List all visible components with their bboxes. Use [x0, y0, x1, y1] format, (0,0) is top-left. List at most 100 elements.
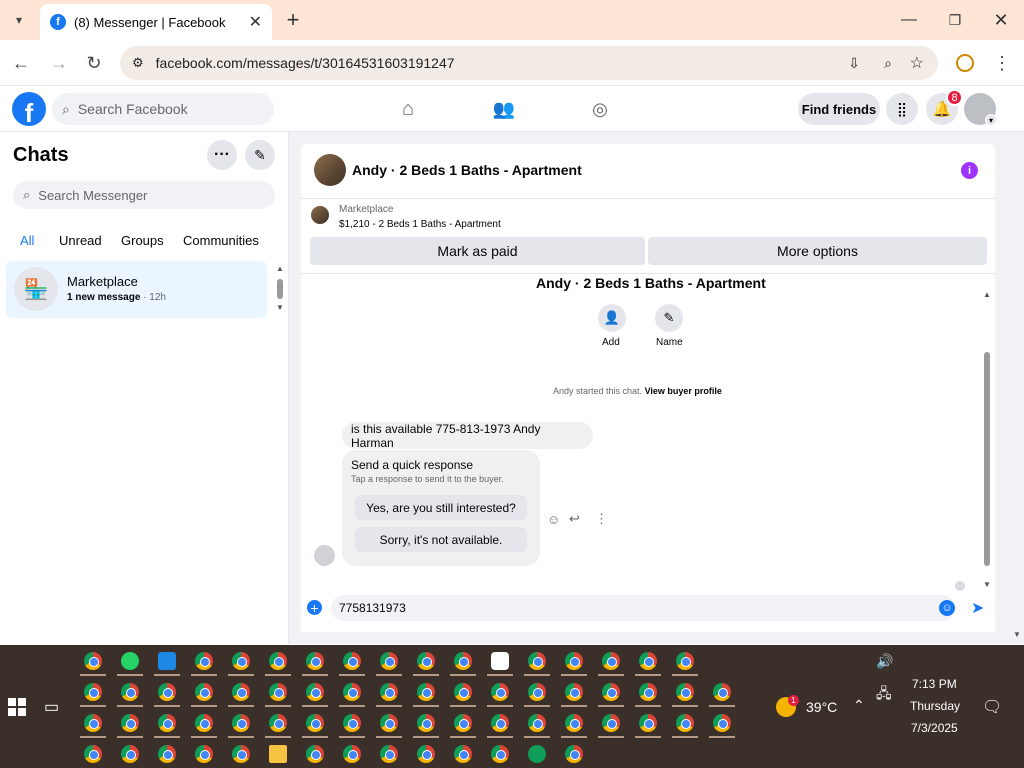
filter-communities[interactable]: Communities — [183, 233, 259, 248]
taskbar-chrome-icon[interactable] — [565, 683, 583, 701]
tab-close-icon[interactable]: ✕ — [249, 12, 262, 32]
filter-groups[interactable]: Groups — [121, 233, 164, 248]
taskbar-chrome-icon[interactable] — [491, 745, 509, 763]
taskbar-chrome-icon[interactable] — [195, 652, 213, 670]
chat-scroll-down-icon[interactable]: ▼ — [983, 580, 991, 589]
quick-response-no-button[interactable]: Sorry, it's not available. — [355, 527, 527, 552]
scroll-up-icon[interactable]: ▲ — [276, 264, 284, 273]
listing-price[interactable]: $1,210 - 2 Beds 1 Baths - Apartment — [339, 219, 501, 230]
conversation-item-marketplace[interactable]: 🏪 Marketplace 1 new message · 12h — [6, 261, 267, 318]
taskbar-chrome-icon[interactable] — [343, 683, 361, 701]
taskbar-chrome-icon[interactable] — [306, 714, 324, 732]
new-tab-icon[interactable]: + — [282, 7, 304, 32]
taskbar-chrome-icon[interactable] — [676, 652, 694, 670]
reply-icon[interactable]: ↩ — [569, 511, 580, 527]
taskbar-chrome-icon[interactable] — [195, 714, 213, 732]
taskbar-chrome-icon[interactable] — [84, 745, 102, 763]
browser-menu-icon[interactable]: ⋮ — [992, 52, 1012, 74]
taskbar-chrome-icon[interactable] — [417, 683, 435, 701]
taskbar-chrome-icon[interactable] — [269, 714, 287, 732]
taskbar-chrome-icon[interactable] — [121, 745, 139, 763]
mark-as-paid-button[interactable]: Mark as paid — [310, 237, 645, 265]
taskbar-chrome-icon[interactable] — [195, 745, 213, 763]
taskbar-chrome-icon[interactable] — [713, 714, 731, 732]
account-chevron-icon[interactable]: ▾ — [985, 114, 997, 126]
quick-response-yes-button[interactable]: Yes, are you still interested? — [355, 495, 527, 520]
taskbar-chrome-icon[interactable] — [602, 652, 620, 670]
friends-icon[interactable]: 👥 — [492, 98, 516, 120]
filter-all[interactable]: All — [20, 233, 34, 248]
site-info-icon[interactable]: ⚙ — [132, 55, 144, 71]
notification-center-icon[interactable]: 🗨 — [982, 697, 1002, 717]
profile-icon[interactable] — [956, 54, 974, 72]
taskbar-chrome-icon[interactable] — [380, 652, 398, 670]
taskbar-vscode-icon[interactable] — [158, 652, 176, 670]
clock-time[interactable]: 7:13 PM — [912, 677, 957, 691]
taskbar-chrome-icon[interactable] — [639, 652, 657, 670]
taskbar-chrome-icon[interactable] — [306, 652, 324, 670]
messenger-search[interactable]: ⌕ Search Messenger — [13, 181, 275, 209]
taskbar-chrome-icon[interactable] — [417, 745, 435, 763]
taskbar-chrome-icon[interactable] — [232, 714, 250, 732]
view-buyer-profile-link[interactable]: View buyer profile — [645, 386, 722, 396]
address-bar[interactable]: ⚙ facebook.com/messages/t/30164531603191… — [120, 46, 938, 80]
emoji-icon[interactable]: ☺ — [939, 600, 955, 616]
facebook-search[interactable]: ⌕ Search Facebook — [52, 93, 274, 125]
bookmark-star-icon[interactable]: ☆ — [910, 53, 924, 73]
filter-unread[interactable]: Unread — [59, 233, 102, 248]
taskbar-chrome-icon[interactable] — [121, 683, 139, 701]
taskbar-chrome-icon[interactable] — [84, 714, 102, 732]
restore-icon[interactable]: ❐ — [944, 8, 966, 32]
message-input[interactable]: 7758131973 — [331, 595, 955, 621]
taskbar-chrome-icon[interactable] — [343, 745, 361, 763]
taskbar-chrome-icon[interactable] — [454, 714, 472, 732]
taskbar-chrome-icon[interactable] — [528, 652, 546, 670]
taskbar-chrome-icon[interactable] — [491, 683, 509, 701]
back-icon[interactable]: ← — [10, 52, 32, 74]
taskbar-chrome-icon[interactable] — [232, 683, 250, 701]
show-hidden-icons-icon[interactable]: ⌃ — [853, 697, 865, 714]
taskbar-capcut-icon[interactable] — [491, 652, 509, 670]
taskbar-chrome-icon[interactable] — [417, 714, 435, 732]
more-actions-icon[interactable]: ⋮ — [595, 511, 608, 527]
forward-icon[interactable]: → — [48, 52, 70, 74]
tab-list-icon[interactable]: ▾ — [8, 10, 30, 30]
taskbar-chrome-icon[interactable] — [380, 745, 398, 763]
taskbar-chrome-icon[interactable] — [565, 745, 583, 763]
taskbar-chrome-icon[interactable] — [232, 745, 250, 763]
find-friends-button[interactable]: Find friends — [798, 93, 880, 125]
groups-icon[interactable]: ◎ — [588, 98, 612, 120]
taskbar-chrome-icon[interactable] — [158, 745, 176, 763]
taskbar-chrome-icon[interactable] — [454, 683, 472, 701]
taskbar-chrome-icon[interactable] — [158, 683, 176, 701]
taskbar-chrome-icon[interactable] — [84, 683, 102, 701]
taskbar-chrome-icon[interactable] — [639, 683, 657, 701]
edit-name-icon[interactable]: ✎ — [655, 304, 683, 332]
weather-temp[interactable]: 39°C — [806, 699, 837, 715]
minimize-icon[interactable]: — — [898, 8, 920, 32]
taskbar-chrome-icon[interactable] — [306, 683, 324, 701]
page-scroll-down-icon[interactable]: ▼ — [1013, 630, 1021, 639]
taskbar-chrome-icon[interactable] — [269, 683, 287, 701]
taskbar-chrome-icon[interactable] — [528, 714, 546, 732]
menu-grid-icon[interactable]: ⣿ — [886, 93, 918, 125]
taskbar-chrome-icon[interactable] — [639, 714, 657, 732]
sidebar-scrollbar[interactable] — [277, 279, 283, 299]
taskbar-chrome-icon[interactable] — [602, 714, 620, 732]
window-close-icon[interactable]: ✕ — [990, 8, 1012, 32]
zoom-icon[interactable]: ⌕ — [884, 55, 892, 72]
chat-title[interactable]: Andy · 2 Beds 1 Baths - Apartment — [352, 162, 582, 178]
react-icon[interactable]: ☺ — [547, 512, 560, 527]
network-icon[interactable]: 🖧 — [876, 683, 892, 707]
home-icon[interactable]: ⌂ — [396, 98, 420, 120]
add-person-icon[interactable]: 👤 — [598, 304, 626, 332]
taskbar-chrome-icon[interactable] — [84, 652, 102, 670]
taskbar-chrome-icon[interactable] — [269, 652, 287, 670]
taskbar-whatsapp-icon[interactable] — [121, 652, 139, 670]
add-attachment-icon[interactable]: + — [307, 600, 322, 616]
taskbar-chrome-icon[interactable] — [491, 714, 509, 732]
taskbar-chrome-icon[interactable] — [713, 683, 731, 701]
taskbar-chrome-icon[interactable] — [602, 683, 620, 701]
taskbar-chrome-icon[interactable] — [343, 652, 361, 670]
message-bubble[interactable]: is this available 775-813-1973 Andy Harm… — [342, 422, 593, 450]
